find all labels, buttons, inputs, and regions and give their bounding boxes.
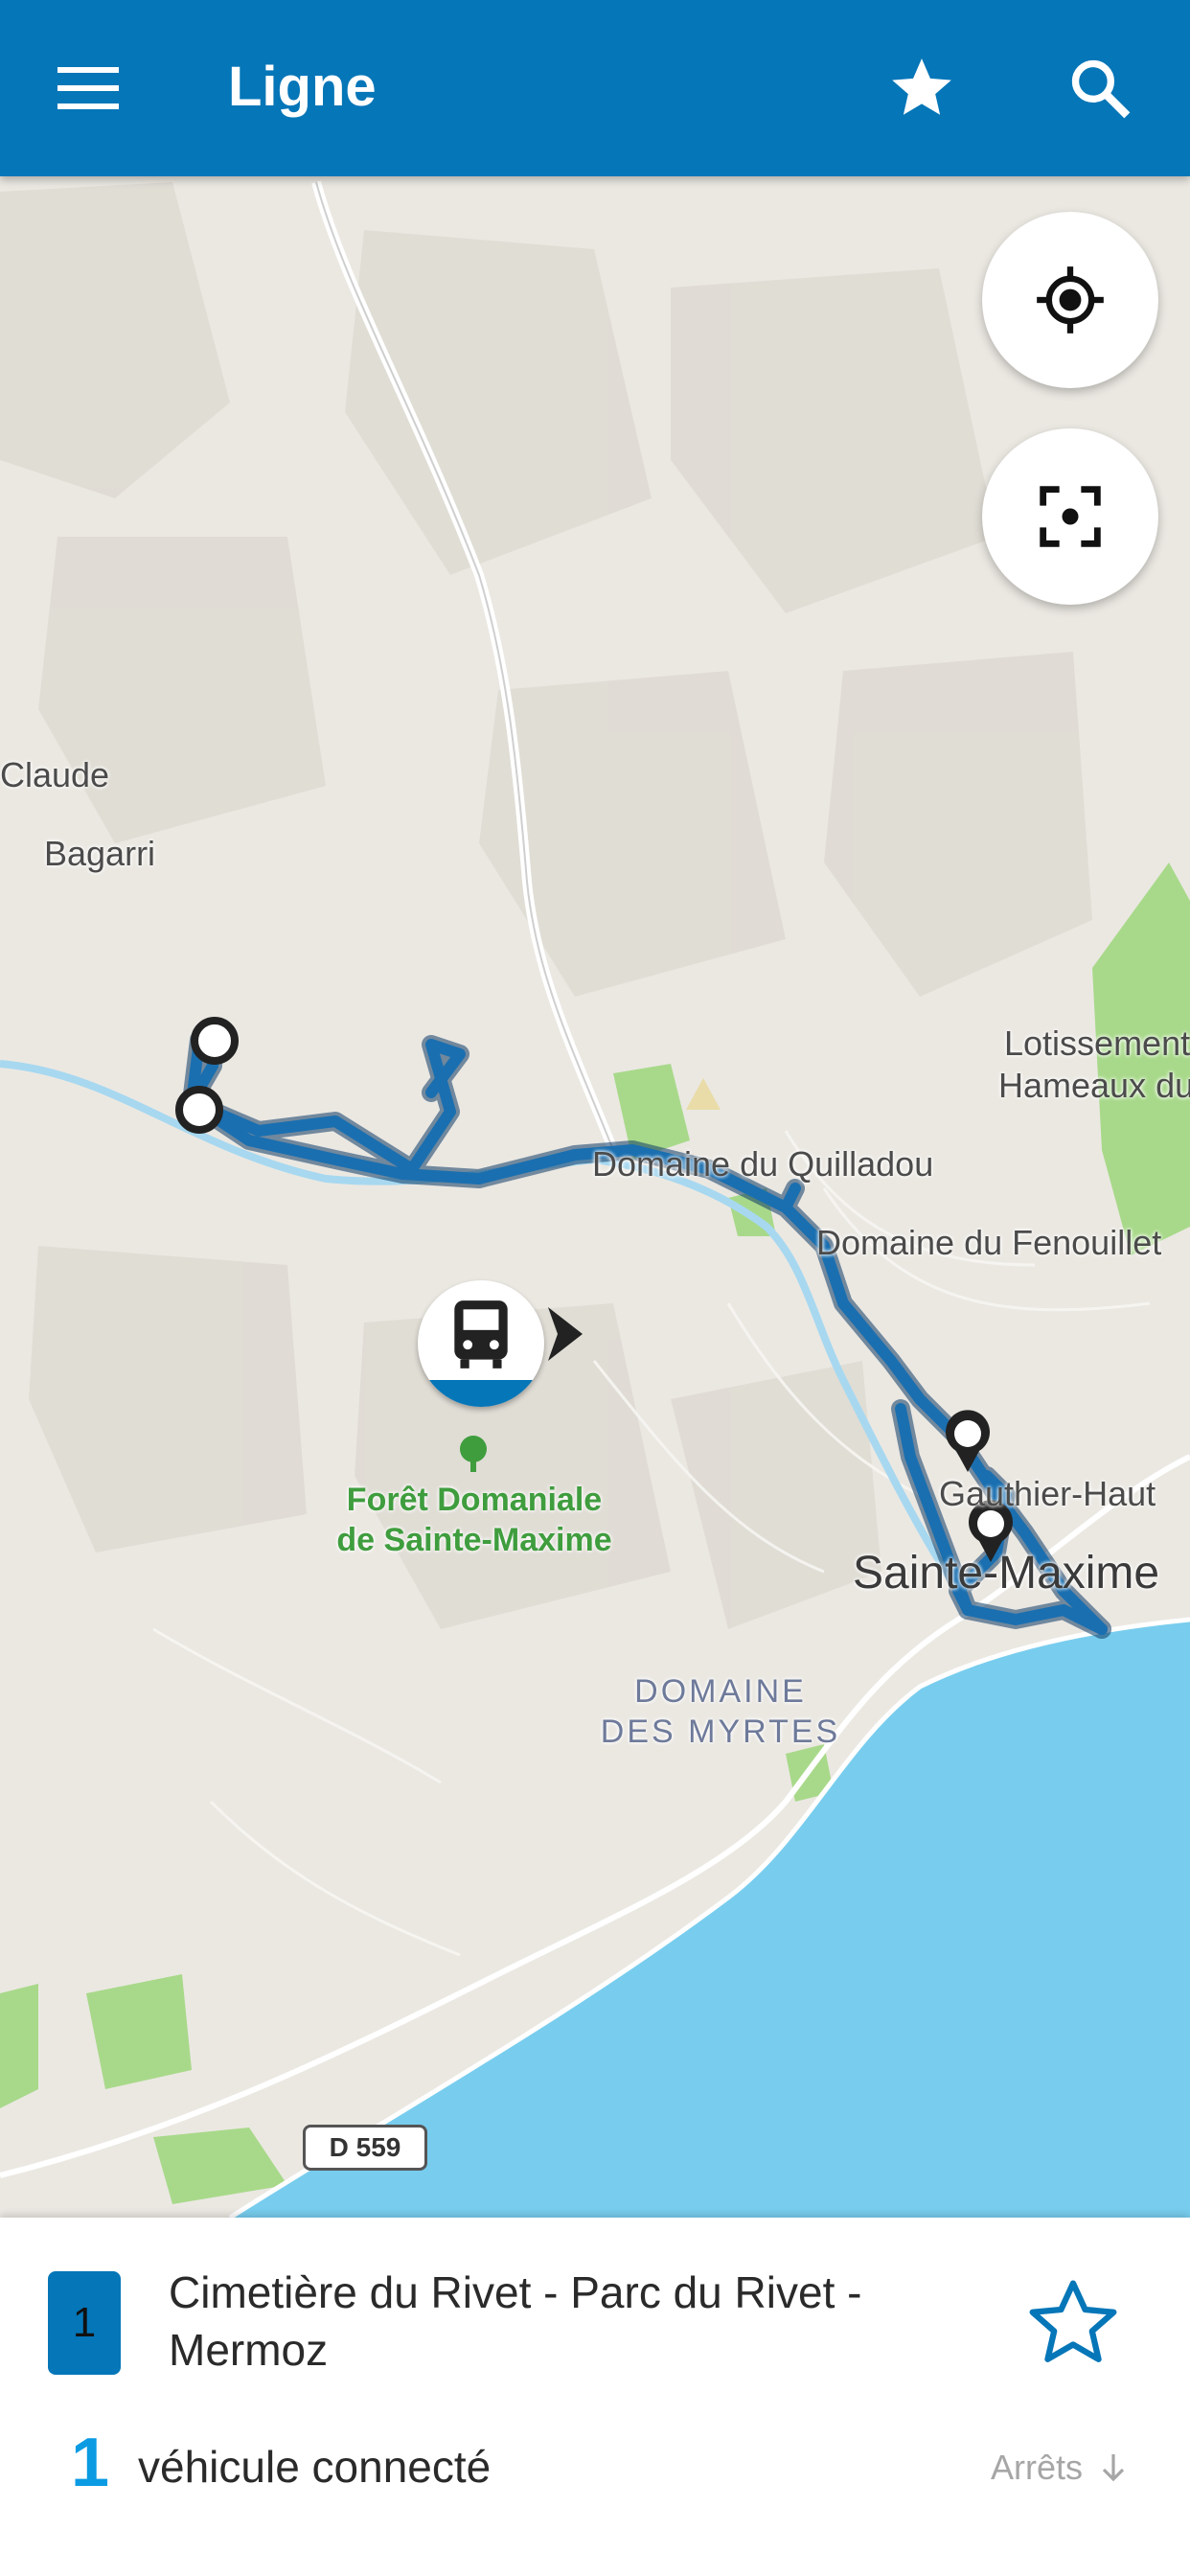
vehicle-count-label: véhicule connecté xyxy=(138,2442,492,2492)
direction-arrow-icon xyxy=(548,1307,583,1361)
my-location-icon xyxy=(1037,266,1104,334)
map-label-foret-line2: de Sainte-Maxime xyxy=(336,1522,612,1558)
stops-link[interactable]: Arrêts xyxy=(991,2444,1127,2492)
stop-marker[interactable] xyxy=(937,1405,998,1478)
star-outline-icon xyxy=(1029,2280,1117,2362)
arrow-down-icon xyxy=(1102,2454,1125,2482)
search-button[interactable] xyxy=(1052,40,1148,136)
vehicle-count: 1 xyxy=(71,2425,110,2501)
stop-marker[interactable] xyxy=(171,1081,228,1138)
map-label-claude: Claude xyxy=(0,755,110,794)
map-label-myrtes: DOMAINE DES MYRTES xyxy=(596,1671,845,1752)
map-label-quilladou: Domaine du Quilladou xyxy=(592,1144,934,1184)
fit-route-button[interactable] xyxy=(982,428,1158,605)
bus-vehicle-marker[interactable] xyxy=(418,1280,544,1407)
stop-marker[interactable] xyxy=(186,1012,243,1070)
bus-marker-band xyxy=(418,1380,544,1407)
page-title: Ligne xyxy=(228,56,377,118)
line-number-badge: 1 xyxy=(48,2271,121,2375)
search-icon xyxy=(1071,59,1131,119)
favorite-line-button[interactable] xyxy=(1016,2266,1131,2380)
line-info-sheet: 1 Cimetière du Rivet - Parc du Rivet - M… xyxy=(0,2218,1190,2576)
map-label-foret: Forêt Domaniale de Sainte-Maxime xyxy=(316,1480,632,1560)
map-label-lotissement: Lotissement xyxy=(1004,1024,1190,1063)
road-shield: D 559 xyxy=(303,2125,427,2171)
map-label-fenouillet: Domaine du Fenouillet xyxy=(816,1223,1162,1262)
map-label-myrtes-line1: DOMAINE xyxy=(634,1673,807,1710)
bus-icon xyxy=(454,1300,508,1368)
menu-icon xyxy=(57,67,119,109)
map-label-bagarri: Bagarri xyxy=(44,834,156,873)
line-name: Cimetière du Rivet - Parc du Rivet - Mer… xyxy=(169,2267,862,2375)
map-label-gauthier: Gauthier-Haut xyxy=(939,1474,1156,1513)
stops-link-label: Arrêts xyxy=(991,2448,1084,2487)
favorites-button[interactable] xyxy=(874,40,970,136)
menu-button[interactable] xyxy=(38,50,138,126)
map-label-myrtes-line2: DES MYRTES xyxy=(600,1714,841,1750)
map-label-sainte-maxime: Sainte-Maxime xyxy=(853,1548,1160,1598)
map-view[interactable]: Claude Bagarri Lotissement Hameaux du Do… xyxy=(0,176,1190,2218)
map-label-foret-line1: Forêt Domaniale xyxy=(346,1482,603,1518)
map-label-hameaux: Hameaux du xyxy=(998,1066,1190,1105)
app-bar: Ligne xyxy=(0,0,1190,176)
my-location-button[interactable] xyxy=(982,212,1158,388)
star-icon xyxy=(892,58,951,115)
center-focus-icon xyxy=(1040,486,1101,547)
